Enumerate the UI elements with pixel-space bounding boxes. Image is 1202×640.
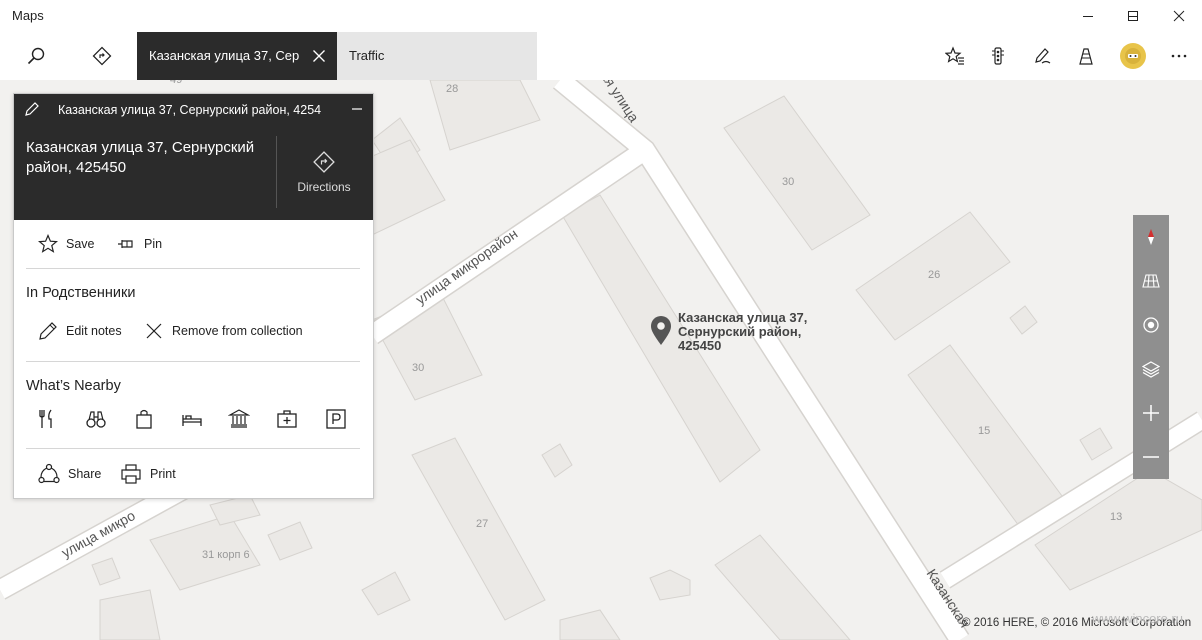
edit-notes-label: Edit notes: [66, 324, 122, 338]
close-icon: [313, 50, 325, 62]
tilt-button[interactable]: [1133, 259, 1169, 303]
print-button[interactable]: Print: [120, 463, 176, 485]
card-address: Казанская улица 37, Сернурский район, 42…: [26, 139, 255, 176]
pin-button[interactable]: Pin: [116, 234, 162, 254]
card-header-title: Казанская улица 37, Сернурский район, 42…: [58, 103, 322, 117]
map-layers-button[interactable]: [1133, 347, 1169, 391]
fork-knife-icon[interactable]: [36, 408, 58, 430]
print-label: Print: [150, 467, 176, 481]
favorites-button[interactable]: [933, 32, 977, 80]
minimize-icon: [1083, 16, 1093, 17]
printer-icon: [121, 464, 141, 484]
building-number: 30: [782, 176, 794, 188]
3d-cities-button[interactable]: [1064, 32, 1108, 80]
toolbar: Казанская улица 37, Сернурский район, 42…: [0, 32, 1202, 80]
more-icon: [1171, 54, 1187, 58]
building-number: 30: [412, 362, 424, 374]
tab-traffic-label: Traffic: [349, 48, 385, 63]
3d-cities-icon: [1079, 48, 1093, 65]
building-number: 31 корп 6: [202, 549, 250, 561]
tab-close-button[interactable]: [307, 44, 331, 68]
maximize-icon: [1128, 11, 1138, 21]
watermark: www.wincore.ru: [1092, 611, 1184, 626]
tab-traffic[interactable]: Traffic: [337, 32, 537, 80]
close-icon: [146, 323, 162, 339]
building-number: 49: [170, 80, 182, 86]
binoculars-icon[interactable]: [85, 408, 107, 430]
card-hero: Казанская улица 37, Сернурский район, 42…: [14, 124, 373, 220]
divider: [276, 136, 277, 208]
building-number: 28: [446, 83, 458, 95]
pin-label-line1: Казанская улица 37,: [678, 310, 807, 325]
museum-icon[interactable]: [228, 408, 250, 430]
remove-label: Remove from collection: [172, 324, 303, 338]
zoom-in-button[interactable]: [1133, 391, 1169, 435]
remove-from-collection-button[interactable]: Remove from collection: [144, 321, 303, 341]
first-aid-icon[interactable]: [276, 408, 298, 430]
collection-title: In Родственники: [26, 285, 136, 301]
tab-address[interactable]: Казанская улица 37, Сернурский район, 42…: [137, 32, 337, 80]
building-number: 15: [978, 425, 990, 437]
building-number: 13: [1110, 511, 1122, 523]
my-location-button[interactable]: [1133, 303, 1169, 347]
tilt-grid-icon: [1142, 274, 1160, 288]
directions-icon: [313, 151, 335, 173]
search-button[interactable]: [14, 32, 58, 80]
pen-icon: [1035, 48, 1051, 64]
favorites-icon: [945, 46, 964, 65]
zoom-out-button[interactable]: [1133, 435, 1169, 479]
parking-icon[interactable]: [325, 408, 347, 430]
nearby-title: What’s Nearby: [26, 378, 121, 394]
building-number: 27: [476, 518, 488, 530]
star-icon: [38, 234, 58, 253]
divider: [26, 361, 360, 362]
bed-icon[interactable]: [181, 408, 203, 430]
compass-icon: [1148, 229, 1154, 245]
pin-label-line3: 425450: [678, 338, 721, 353]
minimize-icon: [352, 108, 362, 110]
card-directions-button[interactable]: Directions: [284, 150, 364, 200]
place-card: Казанская улица 37, Сернурский район, 42…: [13, 93, 374, 499]
app-title: Maps: [12, 8, 44, 23]
search-icon: [27, 47, 45, 65]
more-options-button[interactable]: [1157, 32, 1201, 80]
divider: [26, 268, 360, 269]
maximize-window-button[interactable]: [1110, 0, 1156, 32]
location-target-icon: [1143, 317, 1159, 333]
pin-label-line2: Сернурский район,: [678, 324, 801, 339]
avatar[interactable]: [1120, 43, 1146, 69]
share-label: Share: [68, 467, 102, 481]
pencil-icon: [39, 322, 57, 340]
save-label: Save: [66, 237, 95, 251]
directions-label: Directions: [297, 180, 351, 194]
plus-icon: [1143, 405, 1159, 421]
layers-icon: [1142, 361, 1160, 378]
close-window-button[interactable]: [1156, 0, 1202, 32]
close-icon: [1173, 10, 1185, 22]
directions-button[interactable]: [80, 32, 124, 80]
traffic-light-icon: [992, 47, 1004, 65]
pin-icon: [118, 240, 133, 248]
minimize-window-button-2[interactable]: [1065, 0, 1111, 32]
save-button[interactable]: Save: [38, 234, 95, 254]
shopping-bag-icon[interactable]: [133, 408, 155, 430]
pin-label: Pin: [144, 237, 163, 251]
title-bar: Maps: [0, 0, 1202, 32]
minus-icon: [1143, 456, 1159, 458]
traffic-button[interactable]: [976, 32, 1020, 80]
share-icon: [38, 463, 60, 484]
compass-button[interactable]: [1133, 215, 1169, 259]
user-avatar-icon: [1125, 48, 1141, 64]
card-header: Казанская улица 37, Сернурский район, 42…: [14, 94, 373, 124]
tab-address-label: Казанская улица 37, Сернурский район, 42…: [149, 48, 299, 63]
divider: [26, 448, 360, 449]
edit-pen-icon[interactable]: [24, 101, 40, 122]
building-number: 26: [928, 269, 940, 281]
edit-notes-button[interactable]: Edit notes: [38, 321, 122, 341]
share-button[interactable]: Share: [38, 463, 101, 485]
directions-icon: [92, 46, 112, 66]
ink-button[interactable]: [1020, 32, 1064, 80]
map-controls: [1133, 215, 1169, 479]
card-minimize-button[interactable]: [345, 97, 369, 121]
